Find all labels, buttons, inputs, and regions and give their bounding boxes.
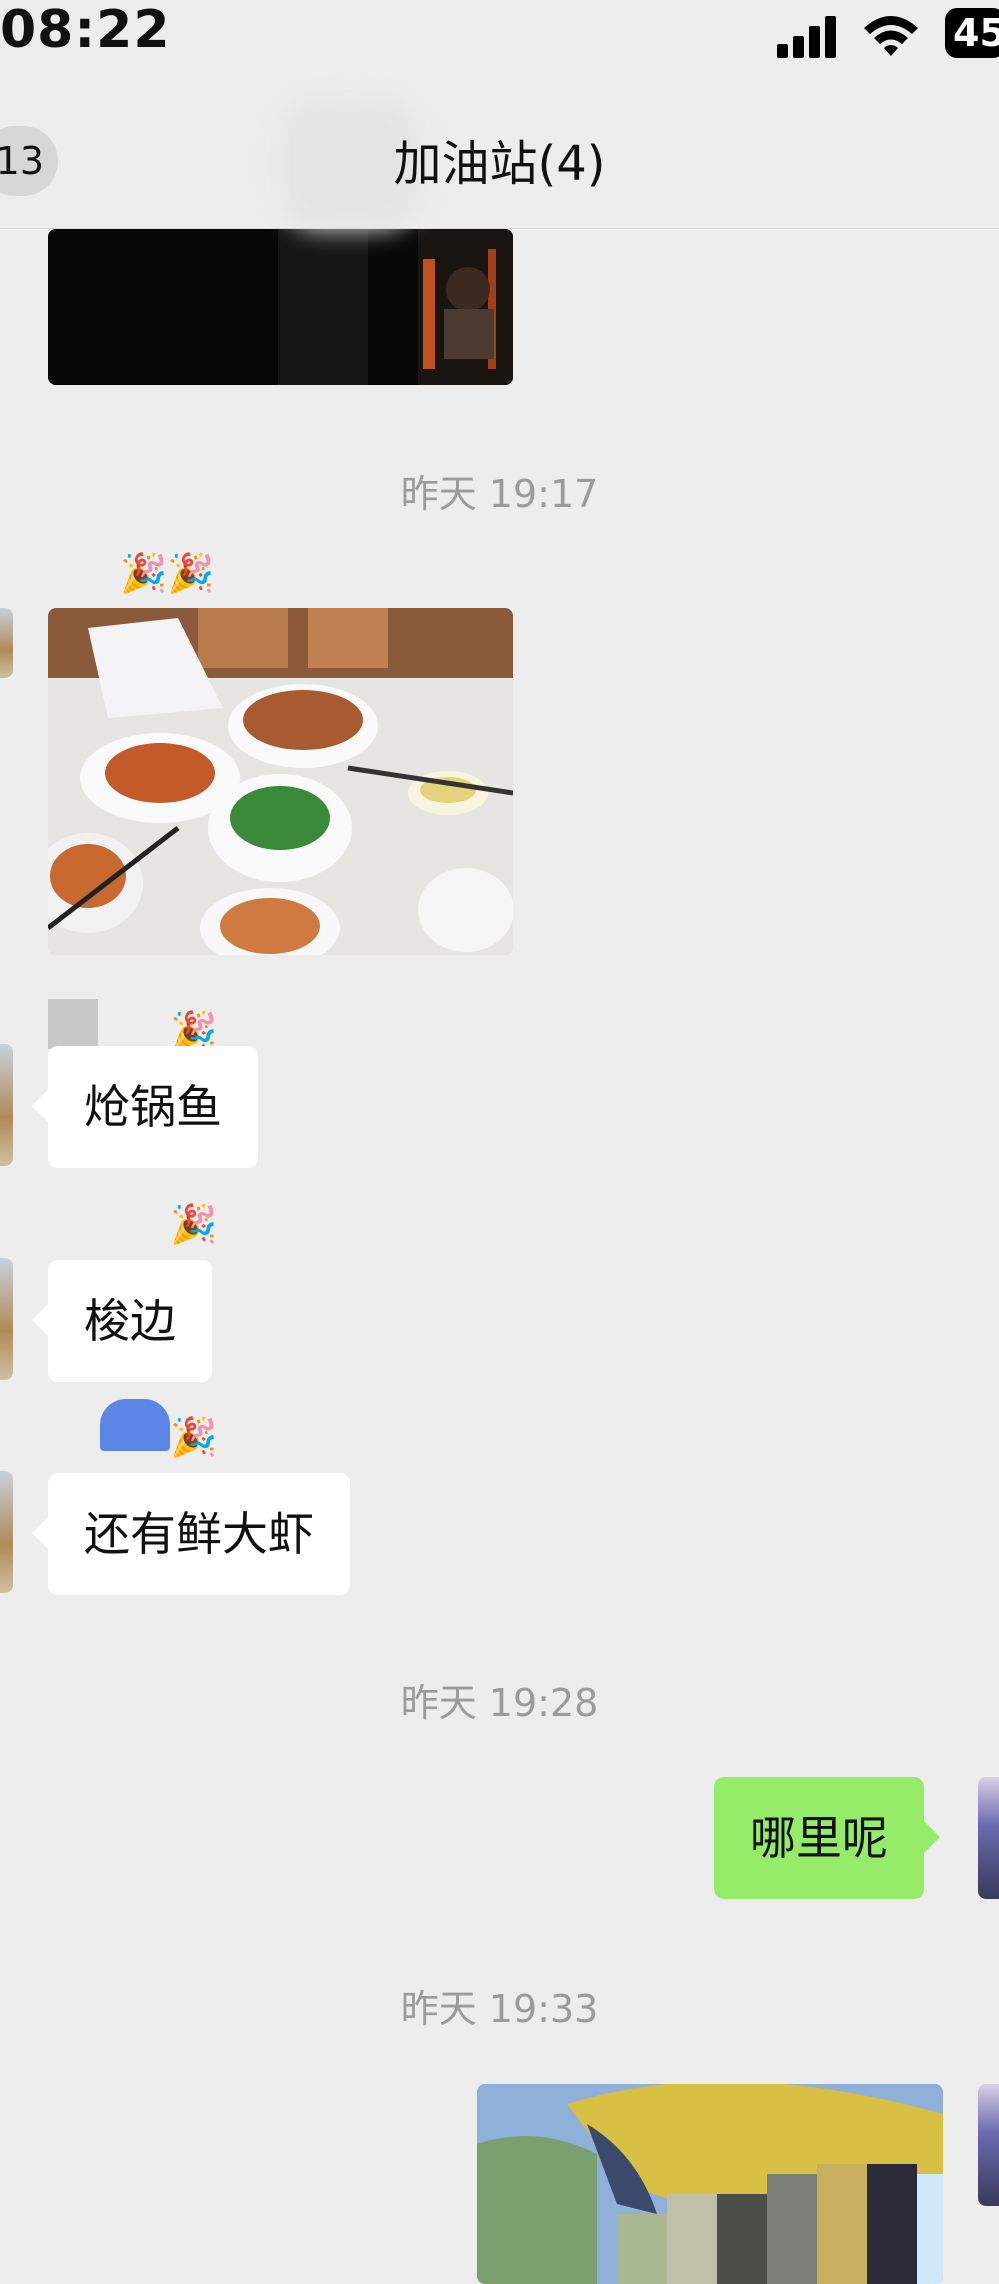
status-time: 08:22: [0, 0, 171, 60]
sender-avatar-thumb: [100, 1399, 170, 1451]
avatar[interactable]: [0, 1044, 13, 1166]
message-bubble[interactable]: 梭边: [32, 1260, 212, 1382]
timestamp: 昨天 19:17: [400, 472, 599, 516]
timestamp: 昨天 19:28: [400, 1681, 599, 1725]
message-bubble[interactable]: 还有鲜大虾: [32, 1473, 350, 1595]
status-icons: 45: [769, 6, 999, 66]
message-bubble-outgoing[interactable]: 哪里呢: [714, 1777, 940, 1899]
sender-name-emoji: 🎉: [170, 1009, 218, 1053]
dark-photo: [48, 229, 513, 385]
outdoor-photo: [477, 2084, 943, 2284]
sender-name-emoji: 🎉: [170, 1202, 218, 1246]
timestamp: 昨天 19:33: [400, 1987, 599, 2031]
sender-name-emoji: 🎉🎉: [120, 551, 215, 595]
message-list[interactable]: 昨天 19:17 🎉🎉 🎉 炝锅鱼 🎉 梭边 🎉 还有鲜大虾 昨天 19:28 …: [0, 229, 999, 2284]
sender-avatar-thumb: [48, 999, 98, 1049]
battery-level: 45: [953, 11, 999, 55]
status-bar: 08:22 45: [0, 0, 999, 100]
chat-title: 加油站(4): [393, 136, 606, 192]
avatar[interactable]: [0, 1471, 13, 1593]
outdoor-photo-message[interactable]: [477, 2084, 943, 2284]
my-avatar[interactable]: [978, 2084, 999, 2206]
dark-photo-message[interactable]: [48, 229, 513, 385]
wifi-icon: [864, 16, 918, 56]
chat-header: 13 加油站(4): [0, 100, 999, 230]
avatar[interactable]: [0, 1258, 13, 1380]
avatar[interactable]: [0, 608, 13, 678]
food-photo: [48, 608, 513, 955]
battery-icon: 45: [945, 8, 999, 58]
food-photo-message[interactable]: [48, 608, 513, 955]
message-bubble[interactable]: 炝锅鱼: [32, 1046, 258, 1168]
sender-name-emoji: 🎉: [170, 1415, 218, 1459]
signal-icon: [777, 16, 836, 58]
my-avatar[interactable]: [978, 1777, 999, 1899]
